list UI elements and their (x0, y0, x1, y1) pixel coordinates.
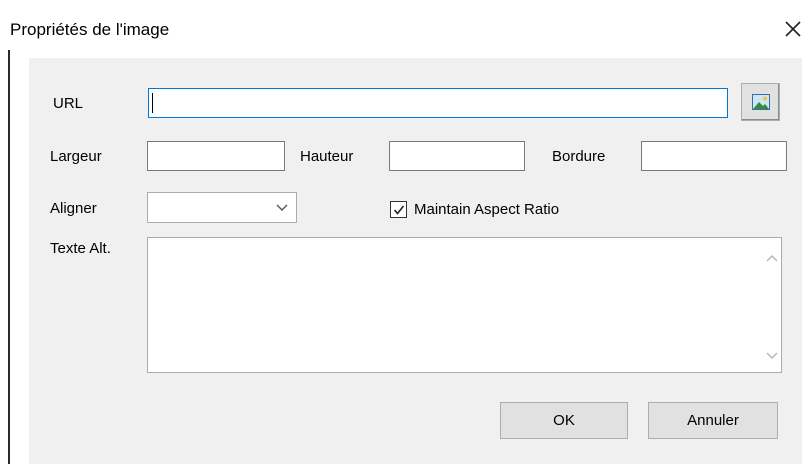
maintain-aspect-label[interactable]: Maintain Aspect Ratio (414, 201, 559, 218)
dialog-left-border (8, 50, 10, 464)
url-label: URL (53, 95, 84, 112)
alt-text-label: Texte Alt. (50, 240, 111, 257)
ok-button[interactable]: OK (500, 402, 628, 439)
maintain-aspect-checkbox[interactable] (390, 201, 407, 218)
height-label: Hauteur (300, 148, 354, 165)
checkmark-icon (393, 205, 405, 215)
border-label: Bordure (552, 148, 606, 165)
chevron-down-icon (276, 204, 288, 211)
url-input[interactable] (148, 88, 728, 118)
alt-text-area[interactable] (147, 237, 782, 373)
width-label: Largeur (50, 148, 102, 165)
height-input[interactable] (389, 141, 525, 171)
align-select[interactable] (147, 192, 297, 223)
text-caret (152, 93, 153, 113)
image-icon (752, 94, 770, 110)
chevron-down-icon[interactable] (766, 352, 778, 360)
chevron-up-icon[interactable] (766, 254, 778, 262)
cancel-button[interactable]: Annuler (648, 402, 778, 439)
dialog-title: Propriétés de l'image (10, 20, 170, 39)
browse-image-button[interactable] (741, 83, 780, 121)
align-label: Aligner (50, 200, 97, 217)
close-icon[interactable] (782, 18, 804, 40)
border-input[interactable] (641, 141, 787, 171)
width-input[interactable] (147, 141, 285, 171)
vertical-scrollbar[interactable] (763, 238, 781, 372)
